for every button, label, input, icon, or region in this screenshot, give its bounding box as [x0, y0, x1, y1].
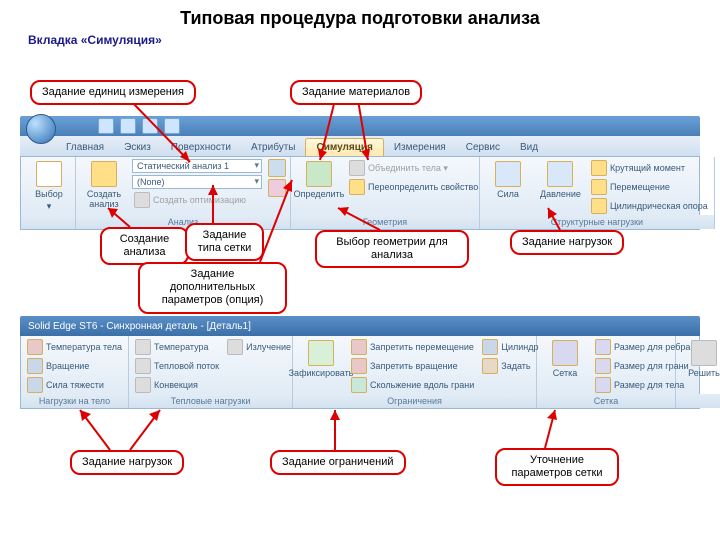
callout-materials: Задание материалов: [290, 80, 422, 105]
callout-mesh-type: Задание типа сетки: [185, 223, 264, 261]
callout-loads1: Задание нагрузок: [510, 230, 624, 255]
callout-mesh-refine: Уточнение параметров сетки: [495, 448, 619, 486]
callout-extra: Задание дополнительных параметров (опция…: [138, 262, 287, 314]
callout-create: Создание анализа: [100, 227, 189, 265]
callout-units: Задание единиц измерения: [30, 80, 196, 105]
callout-geom: Выбор геометрии для анализа: [315, 230, 469, 268]
callout-constraints: Задание ограничений: [270, 450, 406, 475]
callout-loads2: Задание нагрузок: [70, 450, 184, 475]
